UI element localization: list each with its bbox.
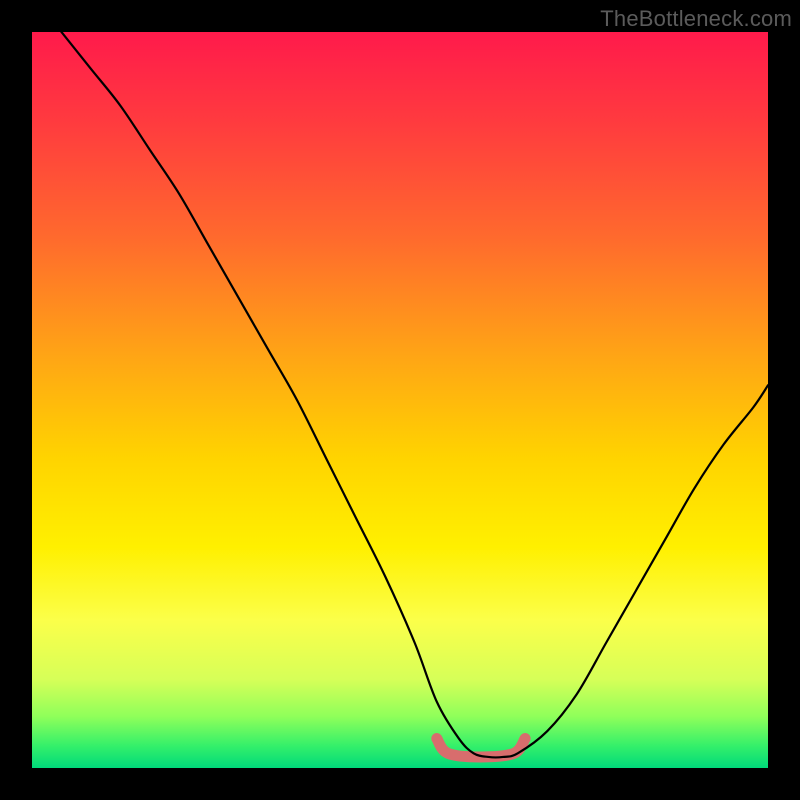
curve-layer (32, 32, 768, 768)
bottleneck-curve (61, 32, 768, 757)
watermark-text: TheBottleneck.com (600, 6, 792, 32)
optimal-range-marker (437, 739, 525, 757)
chart-frame: TheBottleneck.com (0, 0, 800, 800)
plot-area (32, 32, 768, 768)
